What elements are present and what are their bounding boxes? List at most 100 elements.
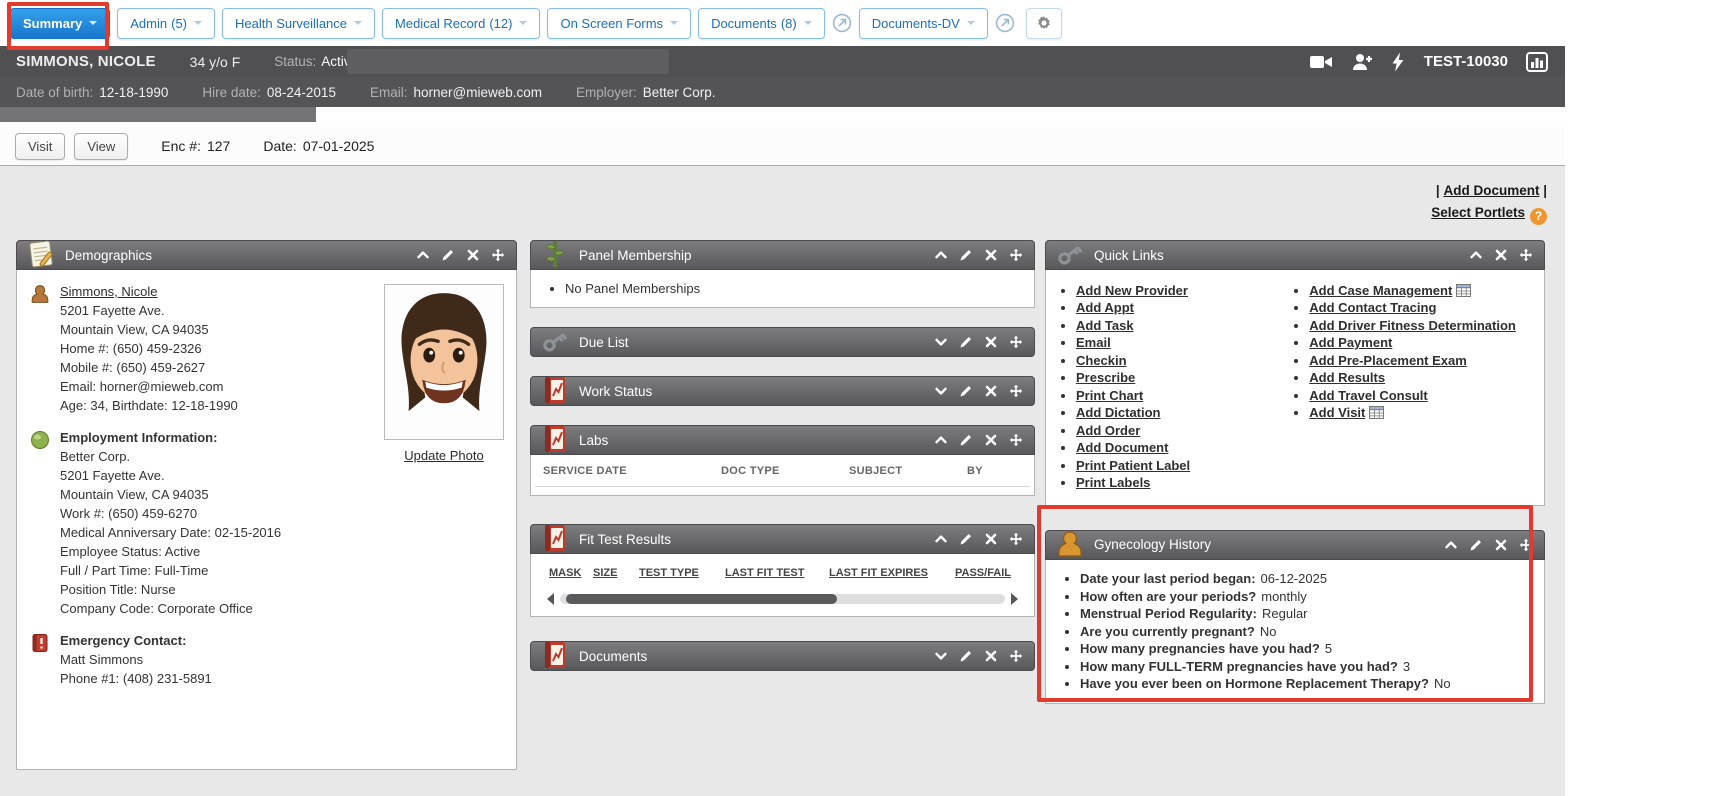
emergency-contact-block: Emergency Contact: Matt Simmons Phone #1… [29,631,504,688]
chevron-down-icon[interactable] [934,335,948,349]
move-icon[interactable] [1009,649,1023,663]
column-header-link[interactable]: PASS/FAIL [955,567,1011,579]
scroll-track[interactable] [560,594,1005,604]
move-icon[interactable] [1009,433,1023,447]
close-icon[interactable] [984,335,998,349]
portlet-panel-membership: Panel Membership No Panel Memberships [530,240,1035,308]
quick-link-add-pre-placement-exam[interactable]: Add Pre-Placement Exam [1309,353,1467,368]
tab-settings-button[interactable] [1026,8,1062,39]
tab-health-surveillance[interactable]: Health Surveillance [222,8,375,39]
select-portlets-link[interactable]: Select Portlets [1431,205,1525,220]
move-icon[interactable] [1009,248,1023,262]
chart-tab-bar: Summary Admin(5) Health Surveillance Med… [0,0,1721,46]
visit-bar: Visit View Enc #:127 Date:07-01-2025 [0,127,1565,166]
close-icon[interactable] [984,433,998,447]
bolt-icon[interactable] [1391,52,1405,72]
quick-link-add-new-provider[interactable]: Add New Provider [1076,283,1188,298]
quick-link-prescribe[interactable]: Prescribe [1076,370,1135,385]
move-icon[interactable] [491,248,505,262]
tab-documents-dv[interactable]: Documents-DV [859,8,988,39]
column-header-link[interactable]: TEST TYPE [639,567,725,579]
tab-documents[interactable]: Documents(8) [698,8,825,39]
chevron-up-icon[interactable] [934,433,948,447]
add-person-icon[interactable] [1350,52,1374,72]
list-item: Add Order [1076,423,1285,438]
move-icon[interactable] [1519,538,1533,552]
scroll-right-arrow[interactable] [1011,593,1018,605]
close-icon[interactable] [984,532,998,546]
move-icon[interactable] [1009,532,1023,546]
tab-medical-record[interactable]: Medical Record(12) [382,8,540,39]
quick-link-add-case-management[interactable]: Add Case Management [1309,283,1452,298]
close-icon[interactable] [984,248,998,262]
quick-link-add-payment[interactable]: Add Payment [1309,335,1392,350]
external-link-icon[interactable] [832,13,852,33]
employer-city: Mountain View, CA 94035 [60,485,281,504]
pencil-icon[interactable] [441,248,455,262]
close-icon[interactable] [466,248,480,262]
move-icon[interactable] [1009,335,1023,349]
close-icon[interactable] [984,384,998,398]
visit-button[interactable]: Visit [15,133,65,160]
quick-link-add-contact-tracing[interactable]: Add Contact Tracing [1309,300,1436,315]
quick-link-add-task[interactable]: Add Task [1076,318,1134,333]
pencil-icon[interactable] [959,532,973,546]
scroll-left-arrow[interactable] [547,593,554,605]
external-link-icon[interactable] [995,13,1015,33]
pencil-icon[interactable] [959,335,973,349]
chevron-up-icon[interactable] [1469,248,1483,262]
quick-link-add-travel-consult[interactable]: Add Travel Consult [1309,388,1427,403]
quick-link-add-document[interactable]: Add Document [1076,440,1168,455]
view-button[interactable]: View [74,133,128,160]
column-header-link[interactable]: LAST FIT TEST [725,567,829,579]
quick-link-add-visit[interactable]: Add Visit [1309,405,1365,420]
chevron-up-icon[interactable] [416,248,430,262]
add-document-link[interactable]: Add Document [1443,183,1539,198]
tab-admin[interactable]: Admin(5) [117,8,215,39]
help-icon[interactable]: ? [1530,208,1547,225]
chevron-down-icon[interactable] [934,384,948,398]
quick-link-add-appt[interactable]: Add Appt [1076,300,1134,315]
update-photo-link[interactable]: Update Photo [404,448,484,463]
column-header-link[interactable]: MASK [549,567,593,579]
chevron-up-icon[interactable] [934,532,948,546]
pencil-icon[interactable] [959,384,973,398]
column-header-link[interactable]: LAST FIT EXPIRES [829,567,955,579]
employment-heading: Employment Information: [60,428,281,447]
chevron-up-icon[interactable] [934,248,948,262]
quick-link-checkin[interactable]: Checkin [1076,353,1127,368]
tab-summary[interactable]: Summary [10,8,110,39]
move-icon[interactable] [1009,384,1023,398]
pencil-icon[interactable] [959,248,973,262]
grid-icon[interactable] [1456,284,1471,297]
move-icon[interactable] [1519,248,1533,262]
chevron-down-icon[interactable] [934,649,948,663]
plant-icon [539,238,571,270]
quick-link-add-order[interactable]: Add Order [1076,423,1140,438]
quick-link-add-dictation[interactable]: Add Dictation [1076,405,1161,420]
pencil-icon[interactable] [959,433,973,447]
quick-link-add-results[interactable]: Add Results [1309,370,1385,385]
close-icon[interactable] [1494,538,1508,552]
stats-icon[interactable] [1525,52,1549,72]
grid-icon[interactable] [1369,406,1384,419]
quick-link-print-chart[interactable]: Print Chart [1076,388,1143,403]
close-icon[interactable] [984,649,998,663]
patient-name-link[interactable]: Simmons, Nicole [60,284,158,299]
header-scrollbar[interactable] [0,107,316,122]
quick-link-print-patient-label[interactable]: Print Patient Label [1076,458,1190,473]
pencil-icon[interactable] [959,649,973,663]
tab-on-screen-forms[interactable]: On Screen Forms [547,8,691,39]
quick-link-add-driver-fitness[interactable]: Add Driver Fitness Determination [1309,318,1516,333]
chevron-up-icon[interactable] [1444,538,1458,552]
scroll-thumb[interactable] [566,594,837,604]
quick-link-email[interactable]: Email [1076,335,1111,350]
fit-test-column-headers: MASK SIZE TEST TYPE LAST FIT TEST LAST F… [543,563,1022,581]
column-header-link[interactable]: SIZE [593,567,639,579]
email-label: Email: [370,85,408,100]
video-camera-icon[interactable] [1309,52,1333,72]
list-item: Add Driver Fitness Determination [1309,318,1516,333]
pencil-icon[interactable] [1469,538,1483,552]
quick-link-print-labels[interactable]: Print Labels [1076,475,1150,490]
close-icon[interactable] [1494,248,1508,262]
